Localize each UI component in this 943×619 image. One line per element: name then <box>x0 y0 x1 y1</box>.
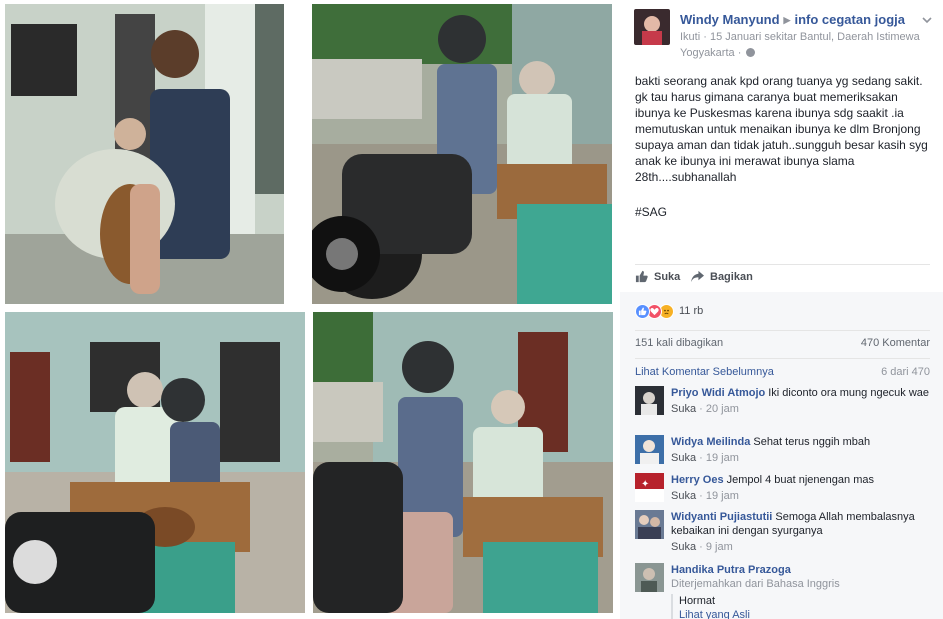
post-meta: Ikuti · 15 Januari sekitar Bantul, Daera… <box>680 29 930 61</box>
meta-separator: · <box>703 31 707 43</box>
divider <box>635 264 930 265</box>
post-stats: 151 kali dibagikan 470 Komentar <box>635 337 930 349</box>
chevron-down-icon[interactable] <box>922 15 932 25</box>
translation-note: Diterjemahkan dari Bahasa Inggris <box>671 578 840 590</box>
share-button[interactable]: Bagikan <box>691 270 753 283</box>
feedback-section: 11 rb 151 kali dibagikan 470 Komentar Li… <box>620 292 943 619</box>
like-icon <box>635 303 650 319</box>
comment-body: Widyanti Pujiastutii Semoga Allah membala… <box>671 510 933 554</box>
translated-comment-box: Hormat Lihat yang Asli <box>671 594 933 619</box>
commenter-avatar[interactable] <box>635 510 664 539</box>
comment-like-link[interactable]: Suka <box>671 490 696 502</box>
post-photo-1[interactable] <box>5 4 284 304</box>
view-previous-comments-link[interactable]: Lihat Komentar Sebelumnya <box>635 366 774 378</box>
photo-collage <box>0 0 620 619</box>
comment-time[interactable]: 20 jam <box>706 403 739 415</box>
post-body-text: bakti seorang anak kpd orang tuanya yg s… <box>635 74 932 184</box>
commenter-name-link[interactable]: Priyo Widi Atmojo <box>671 387 765 399</box>
post-photo-2[interactable] <box>312 4 612 304</box>
previous-comments-bar: Lihat Komentar Sebelumnya 6 dari 470 <box>635 366 930 378</box>
comment-meta: Suka · 19 jam <box>671 452 739 464</box>
comment-like-link[interactable]: Suka <box>671 541 696 553</box>
divider <box>635 330 930 331</box>
see-original-link[interactable]: Lihat yang Asli <box>679 608 933 619</box>
reactions-summary[interactable]: 11 rb <box>635 303 703 319</box>
divider <box>635 358 930 359</box>
comment-meta: Suka · 9 jam <box>671 541 733 553</box>
commenter-name-link[interactable]: Widya Meilinda <box>671 436 750 448</box>
commenter-name-link[interactable]: Widyanti Pujiastutii <box>671 511 772 523</box>
author-line: Windy Manyund ▶ info cegatan jogja <box>680 12 905 27</box>
photo-4-image <box>313 312 613 613</box>
share-arrow-icon <box>691 270 704 283</box>
comment-text: Hormat <box>679 595 716 607</box>
comment-body: Herry Oes Jempol 4 buat njenengan mas Suk… <box>671 473 933 503</box>
comment-time[interactable]: 19 jam <box>706 452 739 464</box>
commenter-avatar[interactable] <box>635 386 664 415</box>
share-count-link[interactable]: 151 kali dibagikan <box>635 337 723 349</box>
like-label: Suka <box>654 270 681 283</box>
comment-time[interactable]: 9 jam <box>706 541 733 553</box>
post-panel: Windy Manyund ▶ info cegatan jogja Ikuti ·… <box>620 0 943 619</box>
target-page-link[interactable]: info cegatan jogja <box>794 12 905 27</box>
svg-text:✦: ✦ <box>641 479 649 490</box>
comment-like-link[interactable]: Suka <box>671 452 696 464</box>
commenter-avatar[interactable]: ✦ <box>635 473 664 502</box>
comment-like-link[interactable]: Suka <box>671 403 696 415</box>
commenter-name-link[interactable]: Handika Putra Prazoga <box>671 564 791 576</box>
photo-3-image <box>5 312 305 613</box>
meta-separator-2: · <box>737 47 742 59</box>
globe-icon <box>746 48 756 57</box>
comment-time[interactable]: 19 jam <box>706 490 739 502</box>
commenter-avatar[interactable] <box>635 435 664 464</box>
like-button[interactable]: Suka <box>635 270 680 283</box>
commenter-avatar[interactable] <box>635 563 664 592</box>
post-photo-3[interactable] <box>5 312 305 613</box>
photo-1-image <box>5 4 284 304</box>
commenter-name-link[interactable]: Herry Oes <box>671 474 724 486</box>
hashtag-link[interactable]: #SAG <box>635 205 667 219</box>
comment-count-link[interactable]: 470 Komentar <box>861 337 930 349</box>
comment-meta: Suka · 19 jam <box>671 490 739 502</box>
comment-text: Sehat terus nggih mbah <box>753 436 871 448</box>
photo-2-image <box>312 4 612 304</box>
comment-text: Iki diconto ora mung ngecuk wae <box>768 387 930 399</box>
comment-body: Priyo Widi Atmojo Iki diconto ora mung ng… <box>671 386 933 416</box>
comment-body: Handika Putra Prazoga Diterjemahkan dari… <box>671 563 933 619</box>
comment-body: Widya Meilinda Sehat terus nggih mbah Suk… <box>671 435 933 465</box>
post-photo-4[interactable] <box>313 312 613 613</box>
share-label: Bagikan <box>710 270 753 283</box>
follow-link[interactable]: Ikuti <box>680 31 700 43</box>
author-name-link[interactable]: Windy Manyund <box>680 12 780 27</box>
comment-position: 6 dari 470 <box>881 366 930 378</box>
comment-text: Jempol 4 buat njenengan mas <box>726 474 874 486</box>
post-header: Windy Manyund ▶ info cegatan jogja Ikuti ·… <box>634 9 934 59</box>
arrow-right-icon: ▶ <box>783 15 791 25</box>
comment-meta: Suka · 20 jam <box>671 403 739 415</box>
reaction-count: 11 rb <box>679 305 704 317</box>
thumbs-up-icon <box>635 270 648 283</box>
author-avatar[interactable] <box>634 9 670 45</box>
post-date-location[interactable]: 15 Januari sekitar Bantul, Daerah Istime… <box>680 31 920 59</box>
